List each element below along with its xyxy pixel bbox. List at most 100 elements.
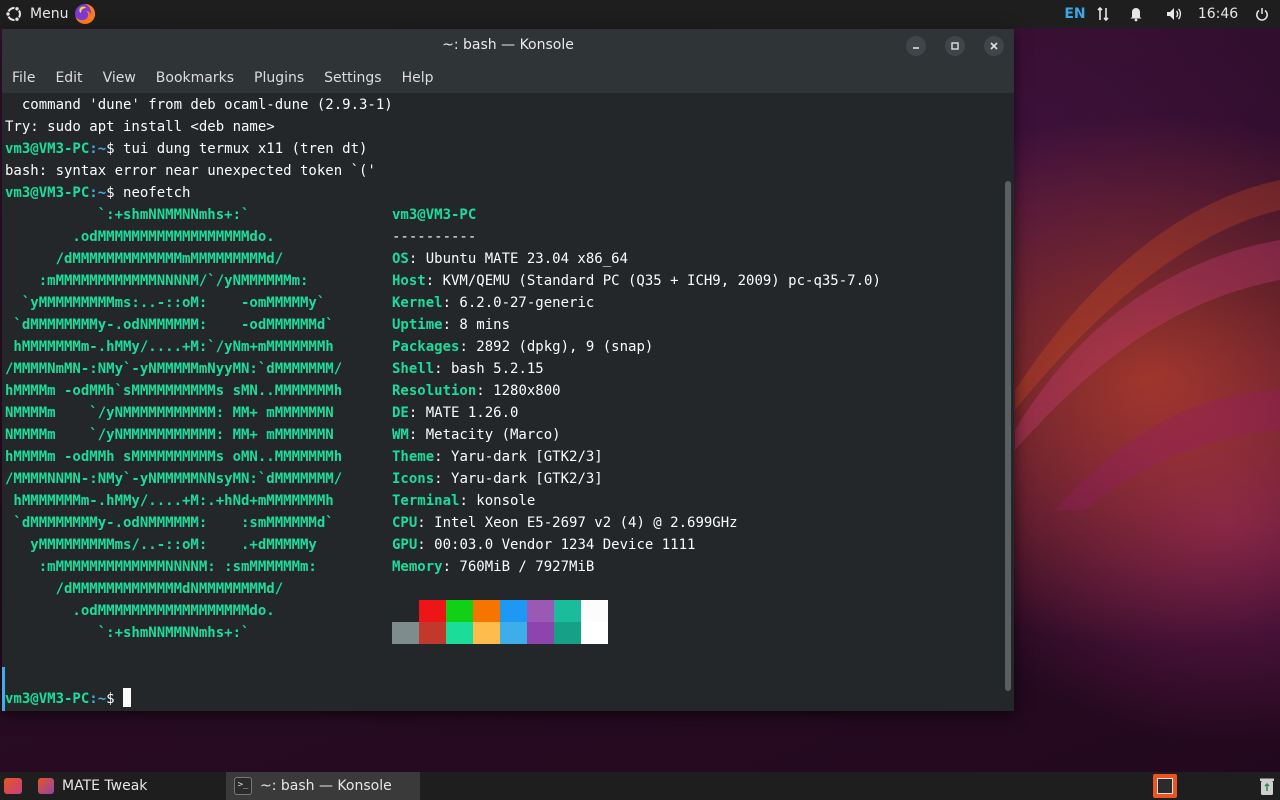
palette-swatch [446,622,473,644]
ascii-logo-line: hMMMMMMMm-.hMMy/....+M:.+hNd+mMMMMMMMh [5,493,334,509]
menubar: File Edit View Bookmarks Plugins Setting… [2,62,1014,93]
output-line: Try: sudo apt install <deb name> [5,119,275,135]
menu-edit[interactable]: Edit [45,62,92,93]
info-key: Memory [392,559,443,575]
minimize-button[interactable] [906,36,926,56]
info-value: : 8 mins [442,317,511,333]
palette-swatch [581,600,608,622]
ascii-logo-line: /dMMMMMMMMMMMMMmMMMMMMMMMd/ [5,251,284,267]
info-key: Shell [392,361,435,377]
clock[interactable]: 16:46 [1192,0,1244,28]
ascii-logo-line: :mMMMMMMMMMMMMNNNNM/`/yNMMMMMMm: [5,273,309,289]
info-value: : 2892 (dpkg), 9 (snap) [459,339,654,355]
command-text [115,691,123,707]
show-desktop-icon[interactable] [4,778,22,794]
info-value: : Metacity (Marco) [408,427,561,443]
ascii-logo-line: .odMMMMMMMMMMMMMMMMMMdo. [5,229,275,245]
menu-file[interactable]: File [2,62,45,93]
info-value: : KVM/QEMU (Standard PC (Q35 + ICH9, 200… [425,273,881,289]
info-key: Terminal [392,493,460,509]
terminal-scrollbar[interactable] [1002,93,1014,711]
maximize-button[interactable] [945,36,965,56]
menu-help[interactable]: Help [392,62,444,93]
info-value: : Yaru-dark [GTK2/3] [434,449,603,465]
info-row-cpu: CPU: Intel Xeon E5-2697 v2 (4) @ 2.699GH… [392,512,738,534]
info-row-gpu: GPU: 00:03.0 Vendor 1234 Device 1111 [392,534,695,556]
close-button[interactable] [984,36,1004,56]
info-row-shell: Shell: bash 5.2.15 [392,358,544,380]
info-value: : Ubuntu MATE 23.04 x86_64 [408,251,629,267]
power-icon[interactable] [1244,0,1280,28]
taskbar-item-label: MATE Tweak [62,778,148,794]
window-titlebar[interactable]: ~: bash — Konsole [2,29,1014,62]
info-value: : Yaru-dark [GTK2/3] [434,471,603,487]
prompt-line: vm3@VM3-PC:~$ neofetch [5,182,190,204]
info-key: Uptime [392,317,443,333]
terminal-output[interactable]: command 'dune' from deb ocaml-dune (2.9.… [2,93,1002,711]
trash-icon[interactable] [1258,776,1276,796]
menu-plugins[interactable]: Plugins [244,62,314,93]
prompt-symbol: $ [106,141,115,157]
taskbar-item-mate-tweak[interactable]: MATE Tweak [30,772,232,800]
info-value: : konsole [459,493,536,509]
info-key: Icons [392,471,435,487]
ubuntu-logo-icon [5,6,21,22]
prompt-path: :~ [89,691,107,707]
info-key: OS [392,251,409,267]
ascii-logo-line: NMMMMm `/yNMMMMMMMMMMM: MM+ mMMMMMMN [5,427,334,443]
palette-swatch [527,622,554,644]
palette-swatch [527,600,554,622]
notifications-bell-icon[interactable] [1116,0,1156,28]
info-row-uptime: Uptime: 8 mins [392,314,510,336]
volume-icon[interactable] [1156,0,1192,28]
close-icon [990,42,998,50]
info-key: Theme [392,449,435,465]
menu-bookmarks[interactable]: Bookmarks [146,62,244,93]
info-value: : 760MiB / 7927MiB [442,559,595,575]
info-row-theme: Theme: Yaru-dark [GTK2/3] [392,446,603,468]
active-prompt-line: vm3@VM3-PC:~$ [5,688,132,710]
ascii-logo-line: yMMMMMMMMMms/..-::oM: .+dMMMMMy [5,537,317,553]
ascii-logo-line: `:+shmNNMMNNmhs+:` [5,625,250,641]
main-menu-label: Menu [30,6,69,22]
info-key: Resolution [392,383,477,399]
ascii-logo-line: /MMMMNmMN-:NMy`-yNMMMMMmNyyMN:`dMMMMMMM/ [5,361,343,377]
palette-swatch [500,622,527,644]
info-row-wm: WM: Metacity (Marco) [392,424,561,446]
prompt-host: vm3@VM3-PC [5,691,90,707]
info-key: GPU [392,537,418,553]
palette-swatch [581,622,608,644]
scrollbar-thumb[interactable] [1005,181,1011,691]
ascii-logo-line: `:+shmNNMMNNmhs+:` [5,207,250,223]
taskbar-item-konsole[interactable]: >_ ~: bash — Konsole [226,772,420,800]
keyboard-layout-indicator[interactable]: EN [1060,0,1090,28]
info-value: : MATE 1.26.0 [408,405,519,421]
info-value: : 00:03.0 Vendor 1234 Device 1111 [417,537,696,553]
ascii-logo-line: :mMMMMMMMMMMMMMNNNNM: :smMMMMMMm: [5,559,317,575]
menu-settings[interactable]: Settings [314,62,391,93]
info-row-packages: Packages: 2892 (dpkg), 9 (snap) [392,336,653,358]
terminal-icon: >_ [234,777,252,795]
taskbar-item-label: ~: bash — Konsole [260,778,392,794]
text-cursor [123,688,132,707]
info-row-terminal: Terminal: konsole [392,490,535,512]
info-row-de: DE: MATE 1.26.0 [392,402,518,424]
ascii-logo-line: `dMMMMMMMMy-.odNMMMMMM: -odMMMMMMd` [5,317,334,333]
prompt-symbol: $ [106,185,115,201]
ascii-logo-line: `yMMMMMMMMMms:..-::oM: -omMMMMMy` [5,295,326,311]
info-key: Packages [392,339,460,355]
workspace-switcher-icon[interactable] [1153,774,1177,798]
ascii-logo-line: hMMMMMMMm-.hMMy/....+M:`/yNm+mMMMMMMMh [5,339,334,355]
firefox-launcher-icon[interactable] [74,3,96,25]
info-value: : Intel Xeon E5-2697 v2 (4) @ 2.699GHz [417,515,738,531]
info-row-icons: Icons: Yaru-dark [GTK2/3] [392,468,603,490]
menu-view[interactable]: View [93,62,146,93]
info-title: vm3@VM3-PC [392,207,477,223]
info-value: : 1280x800 [476,383,561,399]
info-key: WM [392,427,409,443]
network-icon[interactable] [1090,0,1116,28]
main-menu-button[interactable]: Menu [4,0,68,28]
info-row-memory: Memory: 760MiB / 7927MiB [392,556,594,578]
info-row-os: OS: Ubuntu MATE 23.04 x86_64 [392,248,628,270]
info-row-resolution: Resolution: 1280x800 [392,380,561,402]
